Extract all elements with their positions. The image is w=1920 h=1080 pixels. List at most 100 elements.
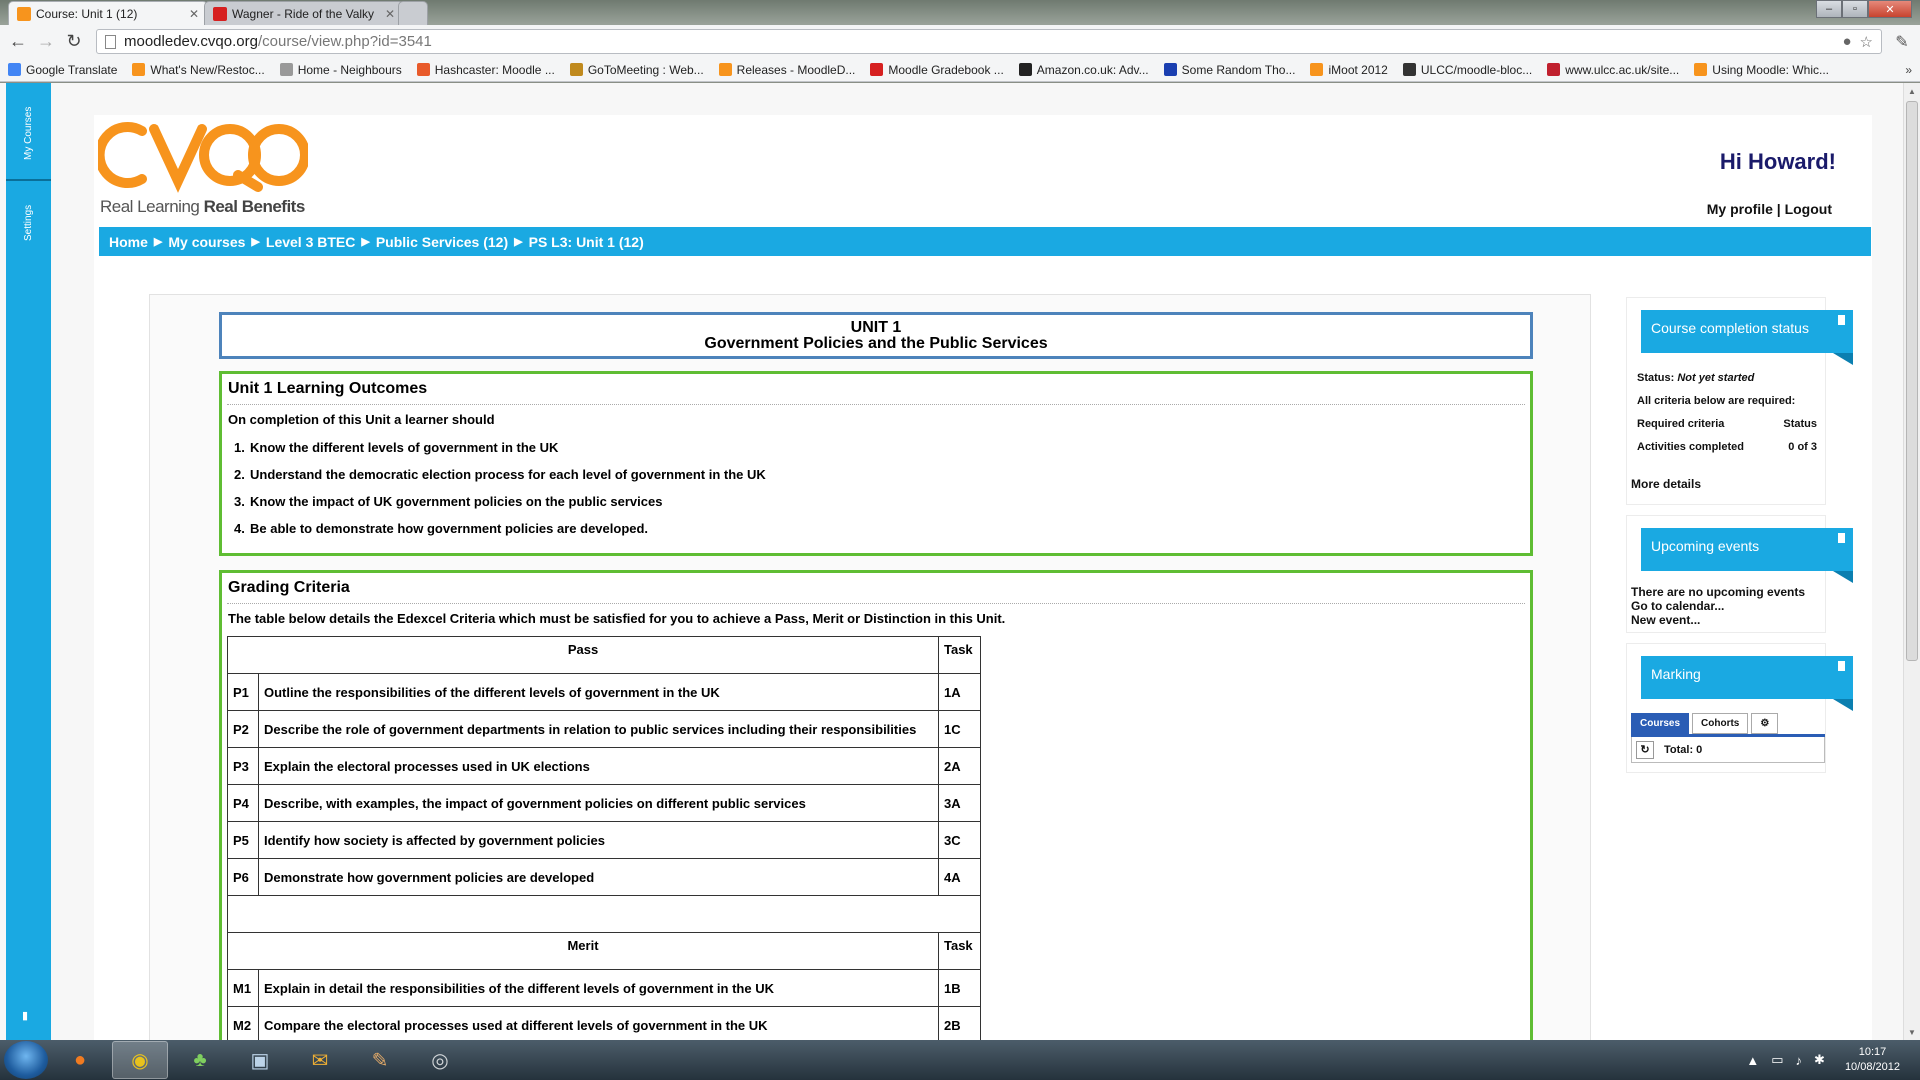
pass-column-header: Pass [227, 636, 939, 674]
block-action-icon[interactable] [1838, 661, 1845, 671]
more-details-link[interactable]: More details [1631, 477, 1817, 491]
criterion-task: 1C [938, 710, 981, 748]
moodle-icon [1694, 63, 1708, 76]
tab-cohorts[interactable]: Cohorts [1692, 713, 1749, 734]
scrollbar-thumb[interactable] [1906, 101, 1918, 661]
outcome-text: Understand the democratic election proce… [250, 467, 766, 482]
bookmark-item[interactable]: Some Random Tho... [1163, 63, 1295, 77]
dock-item-settings[interactable]: Settings [6, 183, 51, 263]
table-row: P2 Describe the role of government depart… [227, 710, 981, 748]
tab-courses[interactable]: Courses [1631, 713, 1690, 734]
ulcc-icon [1547, 63, 1561, 76]
bookmark-item[interactable]: ULCC/moodle-bloc... [1402, 63, 1532, 77]
youtube-icon [870, 63, 884, 76]
media-icon[interactable]: ◎ [412, 1041, 468, 1079]
forward-arrow-icon[interactable]: → [34, 30, 58, 54]
scroll-up-icon[interactable]: ▲ [1904, 83, 1920, 99]
user-greeting: Hi Howard! [1719, 149, 1836, 174]
outcome-text: Know the impact of UK government policie… [250, 494, 663, 509]
breadcrumb: Home ▶ My courses ▶ Level 3 BTEC ▶ Publi… [99, 227, 1871, 256]
computer-icon[interactable]: ▣ [232, 1041, 288, 1079]
criterion-desc: Demonstrate how government policies are … [258, 858, 939, 896]
upcoming-events-block: Upcoming events There are no upcoming ev… [1626, 515, 1853, 633]
bookmark-item[interactable]: Amazon.co.uk: Adv... [1018, 63, 1149, 77]
logout-link[interactable]: Logout [1785, 201, 1832, 217]
bookmark-item[interactable]: Releases - MoodleD... [718, 63, 855, 77]
tab-title: Course: Unit 1 (12) [36, 6, 138, 21]
learning-outcome-item: 1. Know the different levels of governmen… [234, 434, 1525, 461]
block-title: Course completion status [1651, 320, 1809, 336]
breadcrumb-home[interactable]: Home [109, 234, 148, 250]
bookmark-item[interactable]: www.ulcc.ac.uk/site... [1547, 63, 1679, 77]
task-column-header: Task [938, 636, 981, 674]
star-icon[interactable]: ☆ [1860, 33, 1873, 51]
bookmark-item[interactable]: iMoot 2012 [1310, 63, 1388, 77]
scroll-down-icon[interactable]: ▼ [1904, 1024, 1920, 1040]
block-action-icon[interactable] [1838, 315, 1845, 325]
start-button[interactable] [4, 1041, 48, 1079]
new-event-link[interactable]: New event... [1631, 613, 1817, 627]
window-controls: – ▫ ✕ [1816, 0, 1912, 18]
close-tab-icon[interactable]: ✕ [189, 7, 199, 21]
table-row: M1 Explain in detail the responsibilities… [227, 969, 981, 1007]
marking-total-row: ↻ Total: 0 [1631, 737, 1825, 763]
cvqo-logo[interactable]: Real Learning Real Benefits [98, 119, 308, 219]
bookmark-item[interactable]: Hashcaster: Moodle ... [416, 63, 555, 77]
marking-header[interactable]: Marking [1641, 656, 1853, 711]
bluetooth-icon[interactable]: ✱ [1814, 1052, 1825, 1068]
criterion-code: P5 [227, 821, 259, 859]
back-arrow-icon[interactable]: ← [6, 30, 30, 54]
course-completion-header[interactable]: Course completion status [1641, 310, 1853, 365]
more-bookmarks-icon[interactable]: » [1905, 63, 1912, 77]
activities-value: 0 of 3 [1788, 441, 1817, 453]
wrench-icon[interactable]: ✎ [1890, 32, 1914, 52]
refresh-icon[interactable]: ↻ [1636, 740, 1654, 759]
bookmark-item[interactable]: GoToMeeting : Web... [569, 63, 704, 77]
bookmark-item[interactable]: Moodle Gradebook ... [870, 63, 1004, 77]
maximize-icon[interactable]: ▫ [1842, 0, 1868, 18]
minimize-icon[interactable]: – [1816, 0, 1842, 18]
breadcrumb-my-courses[interactable]: My courses [168, 234, 245, 250]
block-action-icon[interactable] [1838, 533, 1845, 543]
criterion-code: P3 [227, 747, 259, 785]
close-tab-icon[interactable]: ✕ [385, 7, 395, 21]
tray-expand-icon[interactable]: ▲ [1746, 1053, 1759, 1068]
dock-toggle-icon[interactable]: ▮ [22, 1009, 28, 1022]
page-scrollbar[interactable]: ▲ ▼ [1903, 83, 1920, 1040]
browser-tab-wagner[interactable]: Wagner - Ride of the Valky ✕ [204, 1, 404, 25]
bookmark-item[interactable]: What's New/Restoc... [132, 63, 265, 77]
close-window-icon[interactable]: ✕ [1868, 0, 1912, 18]
address-bar[interactable]: moodledev.cvqo.org/course/view.php?id=35… [96, 29, 1882, 54]
moodle-icon [1310, 63, 1324, 76]
volume-icon[interactable]: ♪ [1796, 1053, 1803, 1068]
my-profile-link[interactable]: My profile [1707, 201, 1773, 217]
page-viewport: My Courses Settings ▮ Real Learning Real… [0, 83, 1920, 1040]
dock-item-my-courses[interactable]: My Courses [6, 89, 51, 177]
paint-icon[interactable]: ✎ [352, 1041, 408, 1079]
bookmark-item[interactable]: Home - Neighbours [279, 63, 402, 77]
bookmark-item[interactable]: Using Moodle: Whic... [1694, 63, 1829, 77]
outlook-icon[interactable]: ✉ [292, 1041, 348, 1079]
taskbar-clock[interactable]: 10:17 10/08/2012 [1845, 1045, 1900, 1075]
learning-outcome-item: 3. Know the impact of UK government polic… [234, 488, 1525, 515]
new-tab-button[interactable] [398, 1, 428, 25]
gear-icon[interactable]: ⚙ [1751, 713, 1779, 734]
go-to-calendar-link[interactable]: Go to calendar... [1631, 599, 1817, 613]
upcoming-events-header[interactable]: Upcoming events [1641, 528, 1853, 583]
firefox-icon[interactable]: ● [52, 1041, 108, 1079]
breadcrumb-level3-btec[interactable]: Level 3 BTEC [266, 234, 355, 250]
criterion-task: 2B [938, 1006, 981, 1040]
breadcrumb-current-course[interactable]: PS L3: Unit 1 (12) [529, 234, 644, 250]
table-row: P5 Identify how society is affected by go… [227, 821, 981, 859]
chrome-icon[interactable]: ◉ [112, 1041, 168, 1079]
criterion-code: M2 [227, 1006, 259, 1040]
browser-tab-course[interactable]: Course: Unit 1 (12) ✕ [8, 1, 208, 25]
network-app-icon[interactable]: ♣ [172, 1041, 228, 1079]
status-label: Status: [1637, 372, 1675, 384]
criteria-status-label: Status [1783, 418, 1817, 430]
lightbulb-icon[interactable]: ● [1842, 33, 1851, 50]
breadcrumb-public-services[interactable]: Public Services (12) [376, 234, 508, 250]
reload-icon[interactable]: ↻ [62, 30, 86, 54]
network-icon[interactable]: ▭ [1771, 1052, 1783, 1068]
bookmark-item[interactable]: Google Translate [8, 63, 117, 77]
